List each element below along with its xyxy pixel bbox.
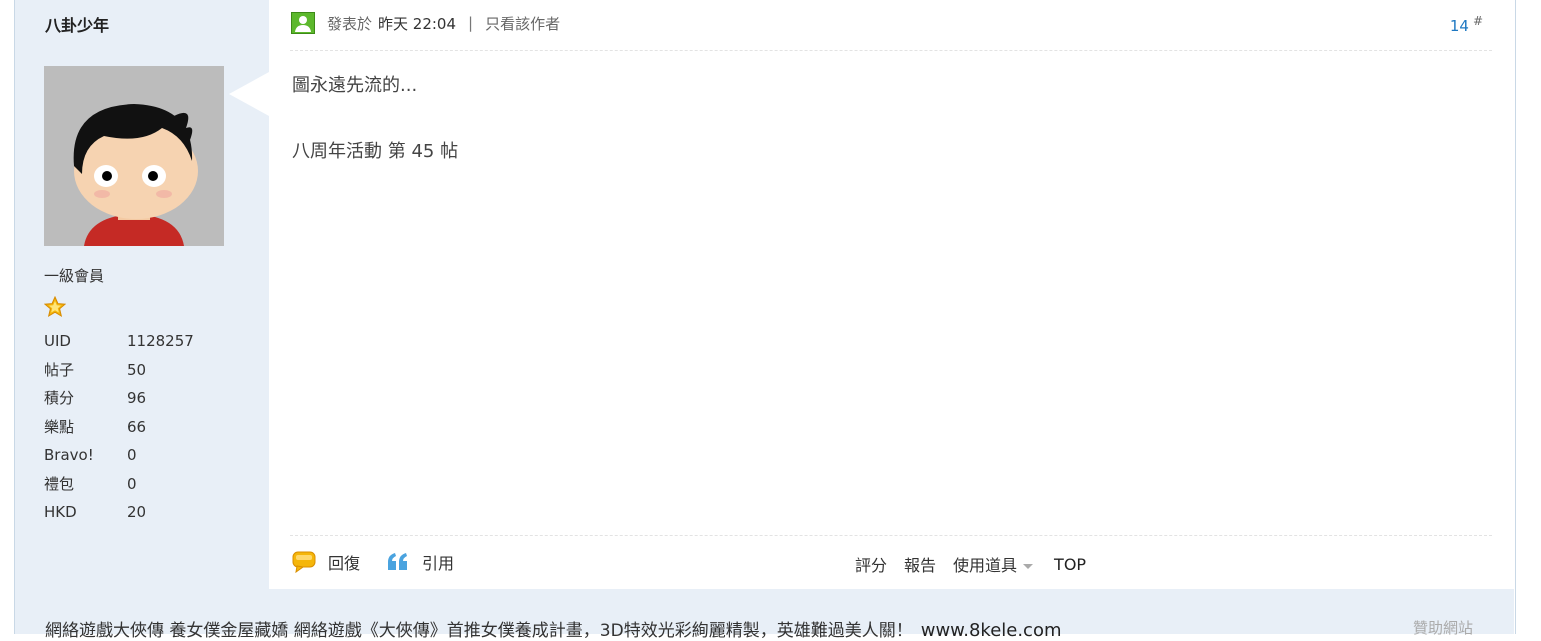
view-author-only-link[interactable]: 只看該作者	[485, 13, 560, 34]
star-icon	[44, 296, 66, 318]
stat-row: 帖子 50	[44, 359, 194, 388]
post-line: 八周年活動 第 45 帖	[292, 141, 459, 162]
post-content: 圖永遠先流的... 八周年活動 第 45 帖	[292, 72, 458, 204]
reply-label[interactable]: 回復	[328, 550, 360, 574]
reply-bubble-icon	[292, 551, 316, 573]
ad-text[interactable]: 網絡遊戲大俠傳 養女僕金屋藏嬌 網絡遊戲《大俠傳》首推女僕養成計畫，3D特效光彩…	[45, 621, 913, 641]
sponsor-link[interactable]: 贊助網站	[1413, 617, 1473, 638]
reply-button[interactable]: 回復	[292, 550, 360, 574]
posted-label: 發表於	[327, 14, 373, 33]
stat-row: 禮包 0	[44, 473, 194, 502]
stat-label: Bravo!	[44, 446, 94, 464]
author-name[interactable]: 八卦少年	[45, 12, 109, 36]
quote-button[interactable]: 引用	[386, 550, 454, 574]
ad-url[interactable]: www.8kele.com	[921, 620, 1062, 641]
footer-divider	[290, 535, 1492, 536]
report-link[interactable]: 報告	[904, 552, 936, 576]
stat-row: 樂點 66	[44, 416, 194, 445]
stat-value: 0	[127, 446, 137, 464]
avatar-image	[44, 66, 224, 246]
stat-label: 帖子	[44, 360, 75, 379]
use-tools-label[interactable]: 使用道具	[953, 556, 1017, 575]
post-header: 發表於 昨天 22:04 | 只看該作者	[291, 10, 560, 36]
stat-value: 1128257	[127, 332, 194, 350]
stat-label: 禮包	[44, 474, 75, 493]
ad-banner[interactable]: 網絡遊戲大俠傳 養女僕金屋藏嬌 網絡遊戲《大俠傳》首推女僕養成計畫，3D特效光彩…	[45, 616, 1062, 641]
stat-value: 96	[127, 389, 147, 407]
stat-label: HKD	[44, 503, 77, 521]
post-line: 圖永遠先流的...	[292, 75, 418, 96]
quote-label[interactable]: 引用	[422, 550, 454, 574]
dropdown-caret-icon	[1023, 564, 1034, 569]
member-rank: 一級會員	[44, 267, 105, 285]
user-stats: UID 1128257 帖子 50 積分 96 樂點 66 Bravo! 0 禮…	[44, 330, 194, 530]
rate-link[interactable]: 評分	[855, 552, 887, 576]
floor-number[interactable]: 14 #	[1450, 14, 1483, 35]
header-divider	[290, 50, 1492, 51]
stat-label: 積分	[44, 389, 75, 407]
online-user-icon	[291, 12, 315, 34]
post-actions-right: 評分 報告 使用道具 TOP	[855, 552, 1086, 576]
header-separator: |	[468, 14, 474, 32]
stat-row: 積分 96	[44, 387, 194, 416]
stat-label: UID	[44, 332, 71, 350]
floor-number-value[interactable]: 14	[1450, 17, 1469, 35]
stat-value: 66	[127, 417, 147, 436]
floor-mark: #	[1472, 14, 1483, 28]
use-tools-menu[interactable]: 使用道具	[953, 552, 1034, 576]
bubble-pointer	[229, 72, 269, 116]
quote-icon	[388, 553, 408, 570]
stat-row: HKD 20	[44, 501, 194, 530]
stat-row: Bravo! 0	[44, 444, 194, 473]
stat-row: UID 1128257	[44, 330, 194, 359]
post-actions-left: 回復 引用	[292, 550, 480, 574]
post-time: 昨天 22:04	[378, 14, 457, 33]
avatar[interactable]	[44, 66, 224, 246]
stat-label: 樂點	[44, 417, 75, 436]
stat-value[interactable]: 50	[127, 359, 146, 388]
stat-value: 0	[127, 474, 137, 493]
stat-value: 20	[127, 503, 147, 521]
top-link[interactable]: TOP	[1054, 555, 1086, 574]
